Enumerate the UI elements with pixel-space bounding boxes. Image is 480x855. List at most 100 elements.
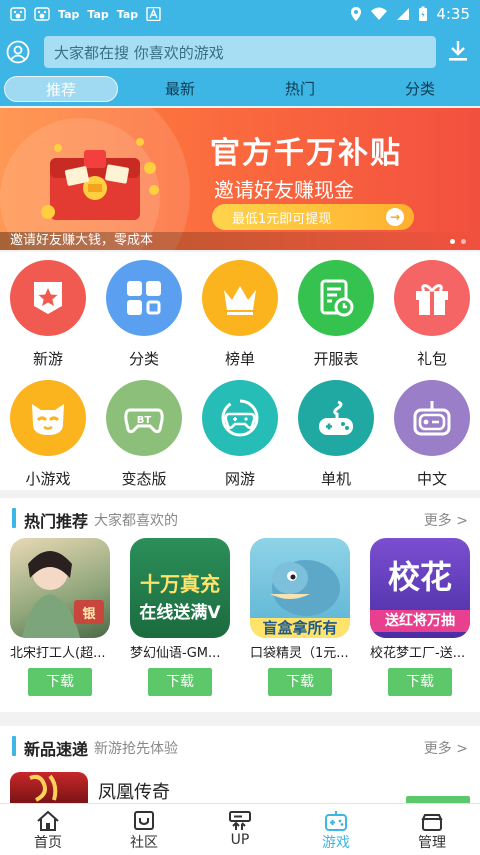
- game-art-calligraphy-icon: [29, 774, 58, 802]
- game-name: 北宋打工人(超...: [10, 646, 106, 661]
- section-title: 热门推荐: [24, 512, 89, 531]
- tap-notification-1: Tap: [58, 7, 80, 21]
- tab-recommend[interactable]: 推荐: [4, 76, 118, 102]
- promo-banner[interactable]: 官方千万补贴 邀请好友赚现金 最低1元即可提现 → 邀请好友赚大钱，零成本: [0, 108, 480, 250]
- wifi-icon: [371, 7, 388, 20]
- game-name: 校花梦工厂-送...: [370, 646, 466, 661]
- category-grid: 新游 分类 榜单 开服表 礼包 小游戏 BT 变态版 网游 单机 中文: [0, 252, 480, 490]
- download-button[interactable]: 下载: [388, 668, 452, 696]
- game-icon-text-1: 十万真充: [140, 572, 220, 596]
- user-avatar-icon[interactable]: [6, 40, 30, 64]
- banner-subtitle: 邀请好友赚现金: [214, 178, 354, 202]
- category-single-player[interactable]: 单机: [288, 372, 384, 490]
- banner-pager: [450, 239, 466, 244]
- baidu-paw-icon-2: [34, 7, 50, 21]
- signal-icon: [397, 8, 410, 20]
- game-name: 梦幻仙语-GM...: [130, 646, 221, 661]
- game-icon-text-2: 送红将万抽: [370, 610, 470, 632]
- status-bar: Tap Tap Tap 4:35: [0, 0, 480, 28]
- gift-icon: [416, 284, 448, 315]
- game-name[interactable]: 凤凰传奇: [98, 778, 170, 804]
- nav-label: 社区: [130, 835, 158, 851]
- download-button[interactable]: 下载: [148, 668, 212, 696]
- category-mini-games[interactable]: 小游戏: [0, 372, 96, 490]
- game-icon-text-2: 在线送满V: [139, 603, 221, 623]
- clock-time: 4:35: [436, 5, 470, 23]
- star-badge-icon: [34, 282, 62, 314]
- section-title: 新品速递: [24, 740, 89, 759]
- nav-games[interactable]: 游戏: [288, 804, 384, 855]
- bt-gamepad-icon: BT: [124, 408, 164, 434]
- tap-notification-2: Tap: [87, 7, 109, 21]
- hot-recommend-section: 热门推荐 大家都喜欢的 更多 > 银 北宋打工人(超... 下载 十万真充 在线…: [0, 498, 480, 712]
- download-manager-icon[interactable]: [446, 38, 470, 64]
- app-header: 大家都在搜 你喜欢的游戏 推荐 最新 热门 分类: [0, 28, 480, 106]
- game-card[interactable]: 校花 送红将万抽 校花梦工厂-送... 下载: [370, 538, 480, 710]
- category-circle: [298, 380, 374, 456]
- cat-face-icon: [32, 404, 64, 435]
- game-card[interactable]: 盲盒拿所有 口袋精灵（1元... 下载: [250, 538, 360, 710]
- up-icon: [229, 811, 251, 830]
- battery-icon: [419, 6, 428, 21]
- nav-label: 管理: [418, 835, 446, 851]
- section-subtitle: 新游抢先体验: [94, 741, 178, 757]
- download-button[interactable]: 下载: [268, 668, 332, 696]
- location-icon: [351, 7, 362, 21]
- category-gift[interactable]: 礼包: [384, 252, 480, 370]
- tab-category[interactable]: 分类: [370, 76, 470, 102]
- tab-latest[interactable]: 最新: [130, 76, 230, 102]
- category-circle: [394, 260, 470, 336]
- search-input[interactable]: 大家都在搜 你喜欢的游戏: [44, 36, 436, 68]
- game-card[interactable]: 银 北宋打工人(超... 下载: [10, 538, 120, 710]
- joystick-icon: [319, 400, 353, 435]
- download-button-partial[interactable]: [406, 796, 470, 803]
- more-link[interactable]: 更多 >: [424, 510, 468, 530]
- game-icon-xiaohua: 校花 送红将万抽: [370, 538, 470, 638]
- category-circle: [10, 380, 86, 456]
- category-server-schedule[interactable]: 开服表: [288, 252, 384, 370]
- tab-hot[interactable]: 热门: [250, 76, 350, 102]
- category-online-games[interactable]: 网游: [192, 372, 288, 490]
- more-link[interactable]: 更多 >: [424, 738, 468, 758]
- status-right: 4:35: [350, 5, 470, 23]
- game-icon-fenghuang[interactable]: [10, 772, 88, 803]
- category-label: 开服表: [313, 350, 359, 368]
- red-envelope-gift-icon: [41, 138, 159, 220]
- game-icon-text-1: 盲盒拿所有: [250, 618, 350, 638]
- category-circle: [106, 260, 182, 336]
- community-icon: [134, 811, 154, 830]
- category-circle: [10, 260, 86, 336]
- game-icon-menghuan: 十万真充 在线送满V: [130, 538, 230, 638]
- category-label: 榜单: [224, 350, 255, 368]
- category-new-games[interactable]: 新游: [0, 252, 96, 370]
- category-circle: BT: [106, 380, 182, 456]
- nav-up[interactable]: UP: [192, 804, 288, 855]
- arrow-right-icon: →: [386, 208, 404, 226]
- section-accent-bar: [12, 508, 16, 528]
- game-icon: [325, 811, 347, 831]
- nav-community[interactable]: 社区: [96, 804, 192, 855]
- retro-console-icon: [413, 401, 451, 436]
- category-bt-version[interactable]: BT 变态版: [96, 372, 192, 490]
- banner-caption: 邀请好友赚大钱，零成本: [0, 232, 480, 250]
- category-ranking[interactable]: 榜单: [192, 252, 288, 370]
- category-circle: [202, 260, 278, 336]
- category-classify[interactable]: 分类: [96, 252, 192, 370]
- nav-home[interactable]: 首页: [0, 804, 96, 855]
- category-tabs: 推荐 最新 热门 分类: [0, 74, 480, 106]
- store-a-icon: [146, 7, 161, 21]
- status-left: Tap Tap Tap: [10, 7, 350, 21]
- pager-dot-active: [450, 239, 455, 244]
- banner-withdraw-button[interactable]: 最低1元即可提现 →: [212, 204, 414, 230]
- home-icon: [37, 810, 59, 831]
- section-subtitle: 大家都喜欢的: [94, 513, 178, 529]
- category-chinese[interactable]: 中文: [384, 372, 480, 490]
- server-schedule-icon: [320, 279, 354, 317]
- nav-label: 首页: [34, 835, 62, 851]
- download-button[interactable]: 下载: [28, 668, 92, 696]
- banner-button-label: 最低1元即可提现: [232, 212, 332, 227]
- game-card[interactable]: 十万真充 在线送满V 梦幻仙语-GM... 下载: [130, 538, 240, 710]
- online-gamepad-icon: [221, 399, 259, 437]
- svg-text:银: 银: [82, 606, 96, 622]
- nav-manage[interactable]: 管理: [384, 804, 480, 855]
